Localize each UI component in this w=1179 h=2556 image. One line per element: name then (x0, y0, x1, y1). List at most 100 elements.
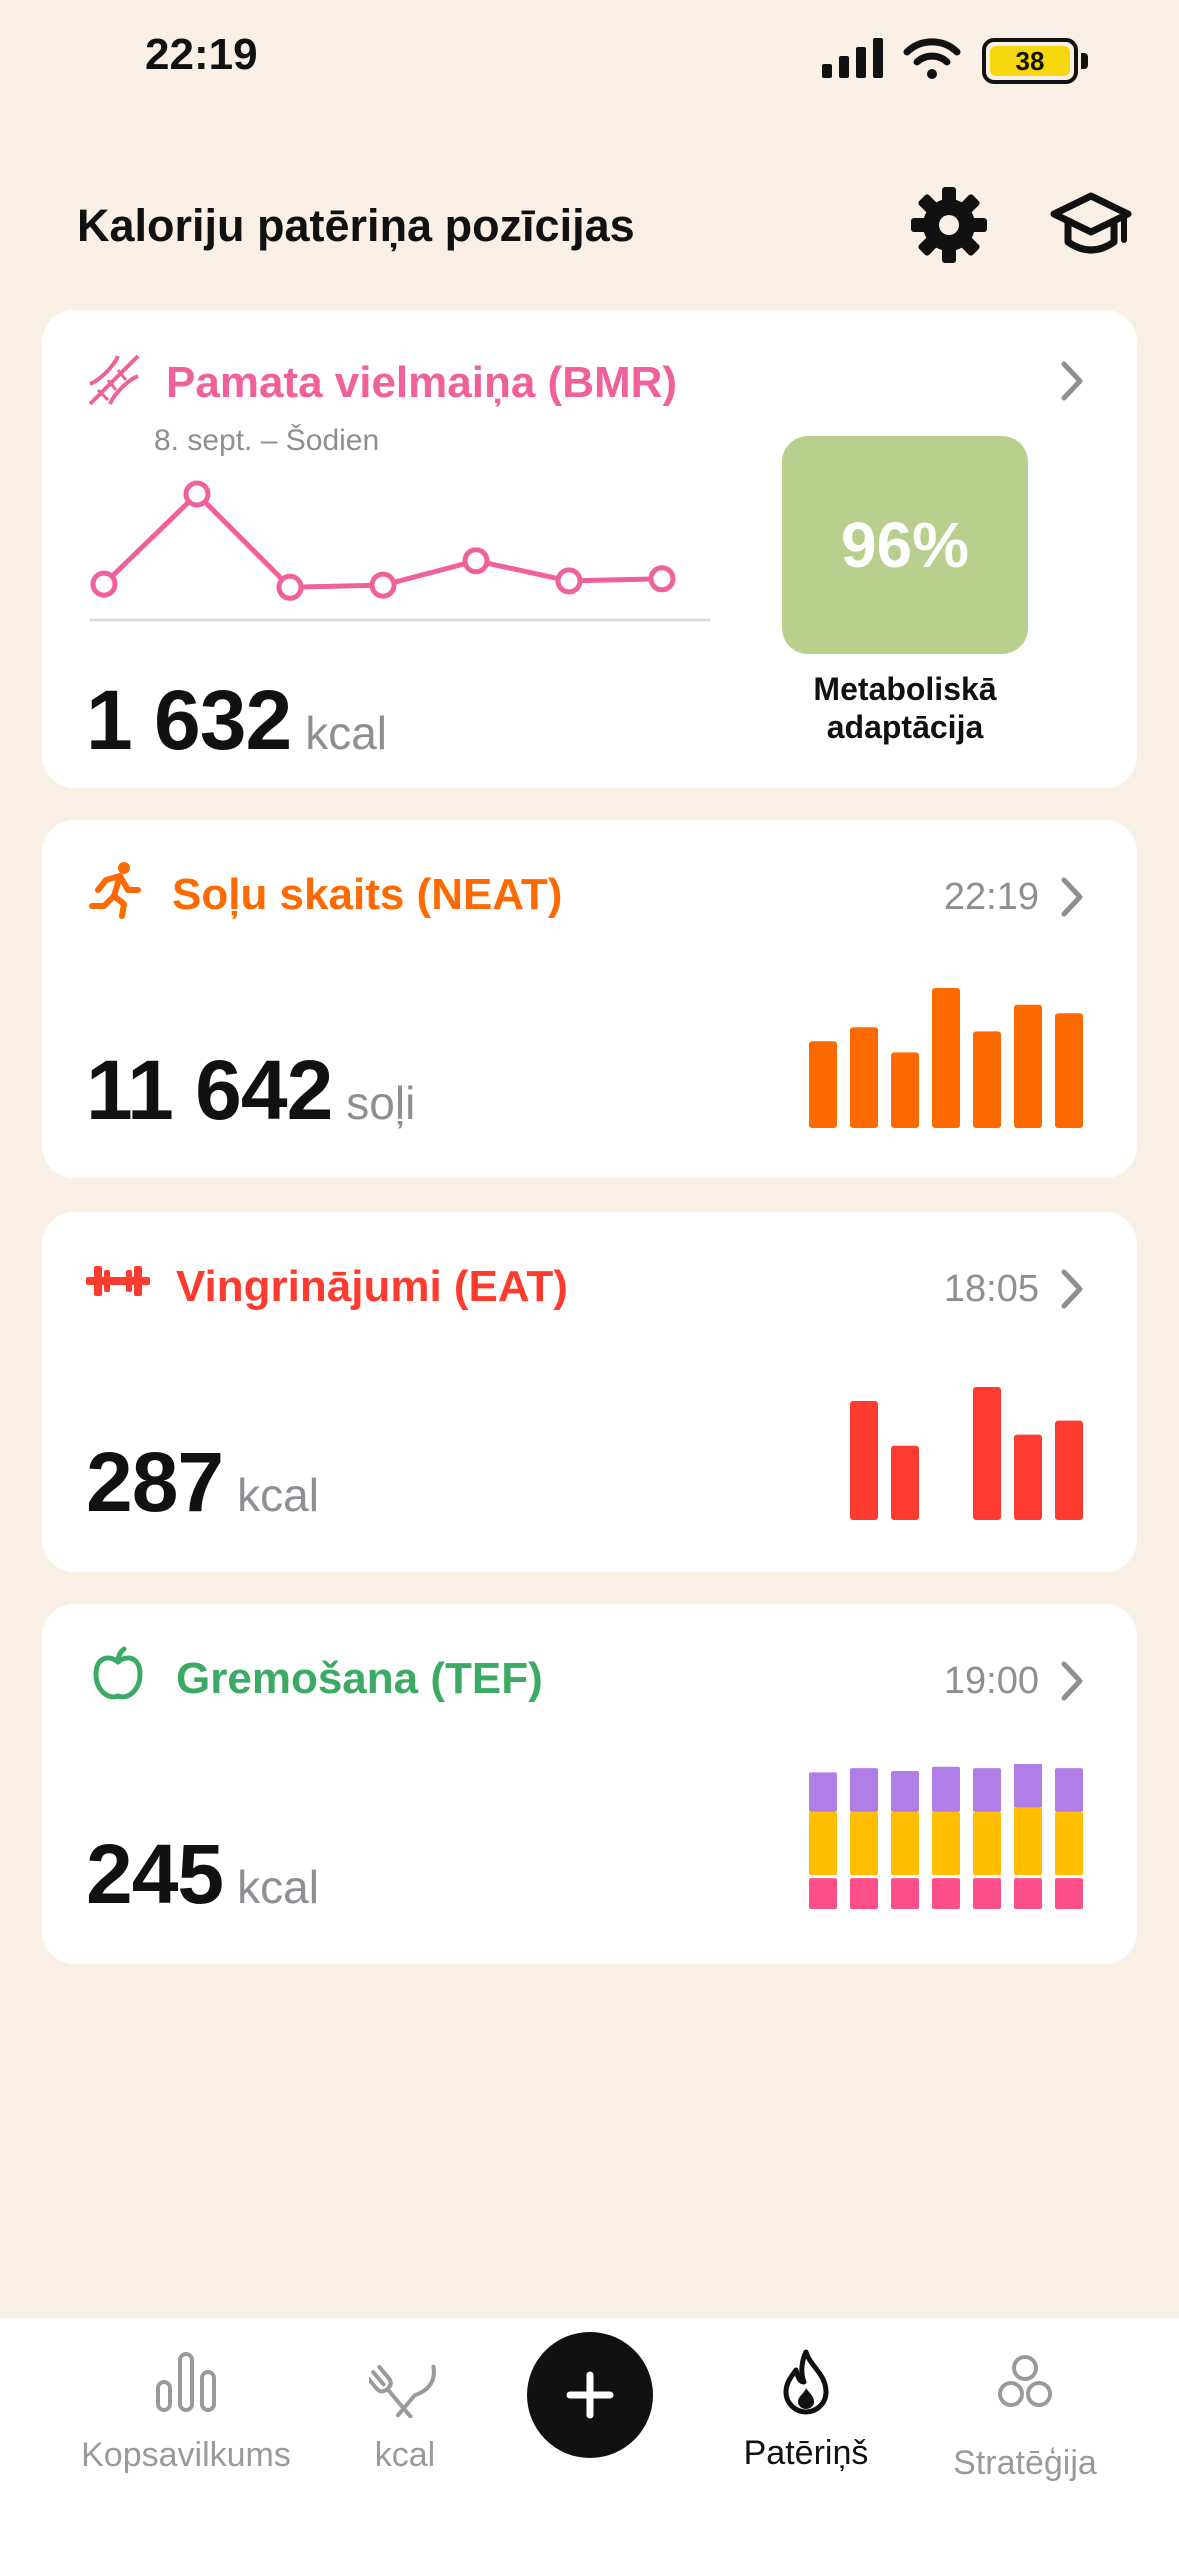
eat-bar (973, 1387, 1001, 1520)
bar-chart-icon (156, 2352, 216, 2412)
metabolic-adaptation-badge: 96% (782, 436, 1028, 654)
tef-bar-segment (809, 1811, 837, 1876)
tab-label: Stratēģija (953, 2444, 1097, 2482)
tef-bar-segment (973, 1811, 1001, 1876)
tef-bar-segment (1055, 1811, 1083, 1876)
battery-level: 38 (990, 46, 1070, 76)
tef-bar-segment (891, 1771, 919, 1812)
circles-icon (998, 2355, 1052, 2407)
eat-time: 18:05 (943, 1268, 1039, 1310)
dumbbell-icon (86, 1266, 150, 1296)
chevron-right-icon[interactable] (1059, 360, 1085, 402)
neat-title: Soļu skaits (NEAT) (172, 870, 563, 919)
eat-card[interactable]: Vingrinājumi (EAT) 18:05 287 kcal (42, 1212, 1137, 1572)
neat-bar (973, 1031, 1001, 1128)
neat-card[interactable]: Soļu skaits (NEAT) 22:19 11 642 soļi (42, 820, 1137, 1178)
neat-unit: soļi (346, 1077, 416, 1129)
neat-bar (932, 988, 960, 1128)
tef-unit: kcal (237, 1861, 319, 1913)
tab-label: Patēriņš (743, 2434, 869, 2472)
tab-bar: Kopsavilkums kcal Patēriņš Stratēģija (0, 2318, 1179, 2556)
tef-bar-segment (850, 1811, 878, 1876)
status-bar: 22:19 38 (0, 0, 1179, 120)
chevron-right-icon[interactable] (1059, 876, 1085, 918)
tef-bar-segment (1055, 1768, 1083, 1812)
bmr-unit: kcal (305, 707, 388, 759)
neat-bar (1014, 1004, 1042, 1128)
tef-title: Gremošana (TEF) (176, 1654, 543, 1703)
neat-bar (891, 1052, 919, 1128)
tef-bar-segment (932, 1811, 960, 1876)
neat-time: 22:19 (943, 876, 1039, 918)
eat-bar (850, 1401, 878, 1520)
eat-bar (891, 1445, 919, 1520)
fork-knife-icon (369, 2364, 436, 2418)
tef-bar-segment (809, 1878, 837, 1909)
status-time: 22:19 (145, 30, 258, 79)
bmr-data-point (555, 567, 583, 595)
bmr-data-point (369, 571, 397, 599)
tab-kcal[interactable]: kcal (285, 2318, 525, 2518)
tef-bar-segment (891, 1878, 919, 1909)
chevron-right-icon[interactable] (1059, 1660, 1085, 1702)
bmr-card[interactable]: Pamata vielmaiņa (BMR) 8. sept. – Šodien… (42, 310, 1137, 788)
tef-value-row: 245 kcal (86, 1826, 319, 1923)
neat-value-row: 11 642 soļi (86, 1042, 415, 1139)
tab-expenditure[interactable]: Patēriņš (686, 2318, 926, 2518)
tef-bar-segment (932, 1878, 960, 1909)
metabolic-adaptation-label: Metaboliskā adaptācija (813, 671, 997, 746)
tef-value: 245 (86, 1827, 224, 1921)
bmr-data-point (648, 565, 676, 593)
running-person-icon (89, 862, 141, 919)
tef-time: 19:00 (943, 1660, 1039, 1702)
chevron-right-icon[interactable] (1059, 1268, 1085, 1310)
bmr-title: Pamata vielmaiņa (BMR) (166, 358, 678, 407)
tef-bar-segment (932, 1766, 960, 1812)
tef-bar-segment (1014, 1878, 1042, 1909)
tef-bar-segment (850, 1878, 878, 1909)
tef-stacked-bar-chart (809, 1764, 1083, 1909)
tef-card[interactable]: Gremošana (TEF) 19:00 245 kcal (42, 1604, 1137, 1964)
tef-bar-segment (809, 1772, 837, 1812)
bmr-value: 1 632 (86, 673, 292, 767)
dna-icon (88, 354, 140, 406)
apple-icon (93, 1646, 143, 1700)
plus-icon (566, 2371, 614, 2419)
bmr-line-chart (90, 480, 710, 622)
eat-title: Vingrinājumi (EAT) (176, 1262, 568, 1311)
gear-icon[interactable] (907, 183, 991, 267)
eat-unit: kcal (237, 1469, 319, 1521)
eat-value-row: 287 kcal (86, 1434, 319, 1531)
tef-bar-segment (973, 1878, 1001, 1909)
flame-icon (783, 2349, 829, 2415)
bmr-data-point (462, 547, 490, 575)
add-button[interactable] (527, 2332, 653, 2458)
bmr-data-point (90, 570, 118, 598)
tab-summary[interactable]: Kopsavilkums (66, 2318, 306, 2518)
neat-bar (850, 1027, 878, 1128)
eat-bar (1055, 1420, 1083, 1520)
neat-bar (1055, 1013, 1083, 1128)
bmr-value-row: 1 632 kcal (86, 672, 387, 769)
bmr-date-range: 8. sept. – Šodien (154, 424, 380, 457)
tef-bar-segment (973, 1768, 1001, 1812)
graduation-cap-icon[interactable] (1050, 190, 1132, 264)
tab-strategy[interactable]: Stratēģija (905, 2318, 1145, 2518)
tab-label: Kopsavilkums (81, 2436, 291, 2474)
eat-value: 287 (86, 1435, 224, 1529)
wifi-icon (903, 38, 961, 79)
tef-bar-segment (891, 1811, 919, 1876)
bmr-data-point (183, 480, 211, 508)
battery-indicator: 38 (982, 38, 1088, 84)
tef-bar-segment (850, 1768, 878, 1812)
eat-bar (1014, 1434, 1042, 1520)
tef-bar-segment (1055, 1878, 1083, 1909)
bmr-data-point (276, 573, 304, 601)
cellular-signal-icon (822, 38, 883, 78)
tab-label: kcal (374, 2436, 436, 2474)
tef-bar-segment (1014, 1764, 1042, 1808)
neat-bar-chart (809, 988, 1083, 1128)
tef-bar-segment (1014, 1807, 1042, 1876)
neat-bar (809, 1041, 837, 1128)
neat-value: 11 642 (86, 1043, 333, 1137)
